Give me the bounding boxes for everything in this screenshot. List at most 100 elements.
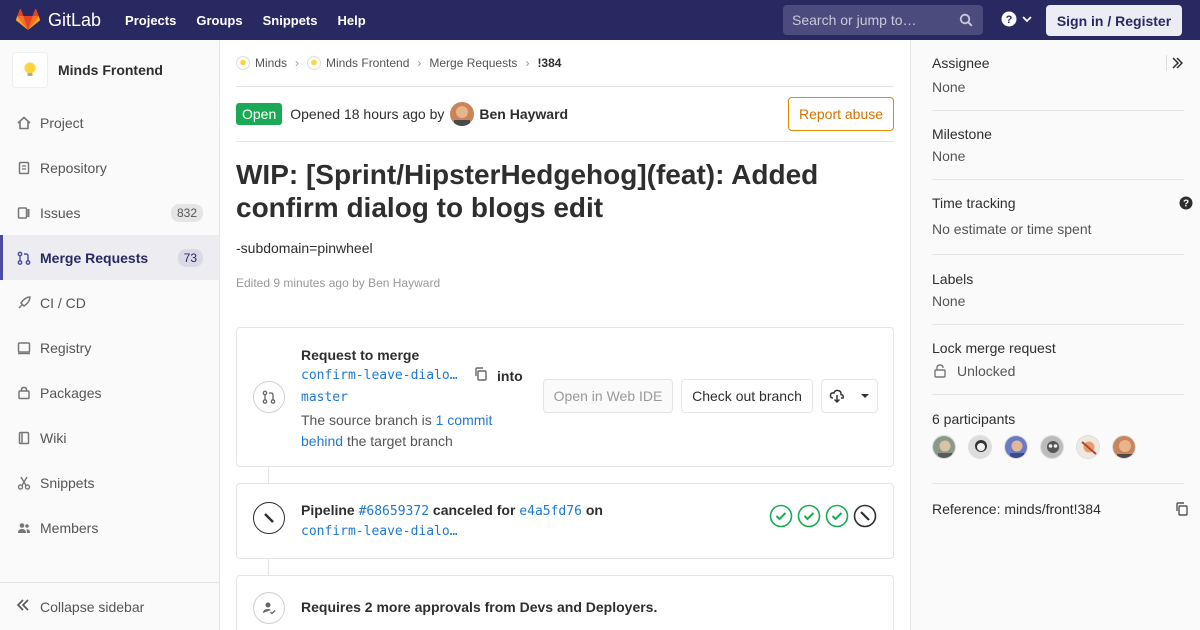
mr-status-row: Open Opened 18 hours ago by Ben Hayward … [236, 87, 894, 142]
timeline-connector [268, 559, 269, 575]
open-web-ide-button[interactable]: Open in Web IDE [543, 379, 673, 413]
search-input[interactable] [792, 12, 952, 28]
avatar[interactable] [1004, 435, 1028, 459]
lock-label: Lock merge request [932, 340, 1056, 356]
doc-icon [16, 160, 32, 176]
avatar[interactable] [932, 435, 956, 459]
chevron-down-icon [1022, 16, 1032, 23]
participants-label: 6 participants [932, 411, 1016, 427]
source-branch-link[interactable]: confirm-leave-dialo… [301, 368, 458, 383]
pipeline-status: canceled for [432, 502, 516, 518]
lock-block: Lock merge request Unlocked [932, 340, 1184, 379]
time-tracking-block: Time tracking ? No estimate or time spen… [932, 195, 1193, 237]
avatar[interactable] [1076, 435, 1100, 459]
participants-list [932, 435, 1184, 459]
nav-projects[interactable]: Projects [125, 13, 176, 28]
timeline-connector [268, 467, 269, 483]
sidebar-item-packages[interactable]: Packages [0, 370, 219, 415]
sidebar-item-ci-cd[interactable]: CI / CD [0, 280, 219, 325]
mr-description: -subdomain=pinwheel [236, 240, 373, 256]
sidebar-item-issues[interactable]: Issues 832 [0, 190, 219, 235]
sidebar-item-merge-requests[interactable]: Merge Requests 73 [0, 235, 219, 280]
search-icon [959, 13, 973, 27]
assignee-value: None [932, 79, 966, 95]
into-label: into [497, 368, 523, 384]
breadcrumb-current-mr[interactable]: !384 [537, 56, 561, 70]
report-abuse-button[interactable]: Report abuse [788, 97, 894, 131]
breadcrumb-minds-frontend[interactable]: Minds Frontend [307, 56, 409, 70]
avatar[interactable] [1112, 435, 1136, 459]
reference-block: Reference: minds/front!384 [932, 501, 1188, 517]
milestone-value: None [932, 148, 966, 164]
avatar[interactable] [1040, 435, 1064, 459]
svg-text:?: ? [1183, 199, 1189, 210]
sidebar-item-project[interactable]: Project [0, 100, 219, 145]
status-badge: Open [236, 103, 283, 125]
svg-text:?: ? [1006, 14, 1013, 26]
target-branch-link[interactable]: master [301, 390, 348, 405]
breadcrumb-minds[interactable]: Minds [236, 56, 287, 70]
sidebar-item-repository[interactable]: Repository [0, 145, 219, 190]
sidebar-item-snippets[interactable]: Snippets [0, 460, 219, 505]
nav-snippets[interactable]: Snippets [263, 13, 318, 28]
pipeline-branch-link[interactable]: confirm-leave-dialo… [301, 524, 458, 539]
assignee-block: Assignee None [932, 55, 1184, 95]
avatar[interactable] [968, 435, 992, 459]
copy-branch-icon[interactable] [473, 366, 489, 385]
commit-sha-link[interactable]: e4a5fd76 [519, 504, 582, 519]
project-header[interactable]: Minds Frontend [0, 40, 219, 100]
sign-in-button[interactable]: Sign in / Register [1046, 5, 1182, 36]
main-content: Minds › Minds Frontend › Merge Requests … [236, 40, 894, 630]
copy-reference-icon[interactable] [1174, 501, 1190, 517]
time-tracking-label: Time tracking [932, 195, 1016, 211]
stage-passed-icon[interactable] [769, 504, 793, 528]
author-name[interactable]: Ben Hayward [479, 106, 568, 122]
labels-block: Labels None [932, 271, 1184, 309]
breadcrumb-merge-requests[interactable]: Merge Requests [429, 56, 517, 70]
approvals-widget: Requires 2 more approvals from Devs and … [236, 575, 894, 630]
book-icon [16, 430, 32, 446]
stage-passed-icon[interactable] [797, 504, 821, 528]
collapse-sidebar-button[interactable]: Collapse sidebar [0, 582, 219, 630]
breadcrumb-label: Minds Frontend [326, 56, 410, 70]
avatar[interactable] [450, 102, 475, 126]
breadcrumb: Minds › Minds Frontend › Merge Requests … [236, 40, 894, 87]
pipeline-id-link[interactable]: #68659372 [359, 504, 429, 519]
merge-request-widget: Request to merge confirm-leave-dialo… in… [236, 327, 894, 467]
breadcrumb-label: Minds [255, 56, 288, 70]
labels-label: Labels [932, 271, 974, 287]
breadcrumb-separator: › [295, 56, 300, 70]
milestone-label: Milestone [932, 126, 992, 142]
tanuki-icon [16, 9, 40, 30]
stage-passed-icon[interactable] [825, 504, 849, 528]
download-dropdown-button[interactable] [821, 379, 878, 413]
download-icon [829, 389, 845, 404]
nav-groups[interactable]: Groups [196, 13, 242, 28]
gitlab-logo[interactable]: GitLab [16, 9, 101, 31]
project-name: Minds Frontend [58, 62, 163, 78]
pipeline-widget: Pipeline #68659372 canceled for e4a5fd76… [236, 483, 894, 559]
nav-links: Projects Groups Snippets Help [125, 13, 386, 28]
search-box [783, 5, 983, 35]
help-dropdown[interactable]: ? [1001, 11, 1033, 27]
breadcrumb-separator: › [417, 56, 422, 70]
note-prefix: The source branch is [301, 412, 432, 428]
approval-icon [253, 592, 285, 624]
users-icon [16, 520, 32, 536]
nav-help[interactable]: Help [338, 13, 366, 28]
sidebar-item-registry[interactable]: Registry [0, 325, 219, 370]
pipeline-status-text: Pipeline #68659372 canceled for e4a5fd76… [301, 502, 603, 519]
checkout-branch-button[interactable]: Check out branch [681, 379, 813, 413]
breadcrumb-separator: › [525, 56, 530, 70]
merge-requests-count-badge: 73 [177, 248, 203, 267]
sidebar-item-label: Repository [40, 159, 107, 176]
group-avatar-icon [236, 56, 250, 70]
issues-count-badge: 832 [170, 203, 203, 222]
stage-canceled-icon[interactable] [853, 504, 877, 528]
sidebar-item-wiki[interactable]: Wiki [0, 415, 219, 460]
sidebar-item-label: Members [40, 519, 99, 536]
question-circle-icon[interactable]: ? [1179, 196, 1193, 210]
sidebar-item-members[interactable]: Members [0, 505, 219, 550]
question-circle-icon: ? [1001, 11, 1017, 27]
lock-open-icon [934, 364, 946, 378]
